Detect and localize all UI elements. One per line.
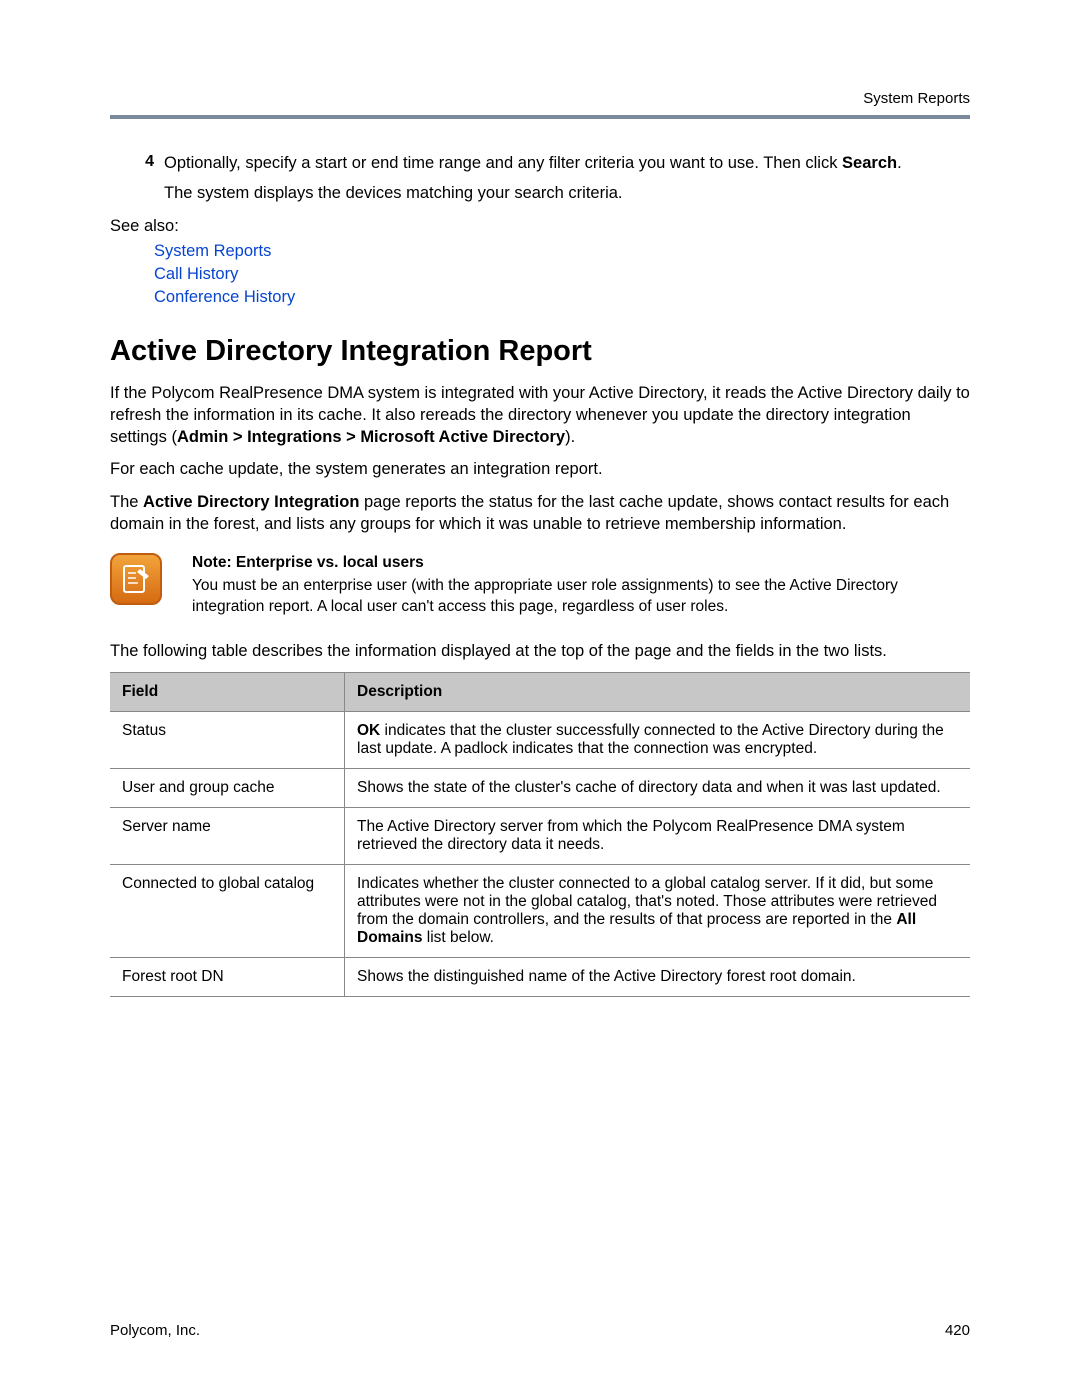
cell-rest: indicates that the cluster successfully …	[357, 722, 944, 757]
step-line-pre: Optionally, specify a start or end time …	[164, 154, 842, 172]
footer-left: Polycom, Inc.	[110, 1322, 200, 1339]
note-box: Note: Enterprise vs. local users You mus…	[110, 553, 970, 618]
cell-rest: Indicates whether the cluster connected …	[357, 875, 937, 928]
cell-desc: Shows the state of the cluster's cache o…	[345, 769, 971, 808]
cell-field: User and group cache	[110, 769, 345, 808]
note-icon	[110, 553, 162, 605]
table-row: Connected to global catalog Indicates wh…	[110, 865, 970, 958]
section-heading: Active Directory Integration Report	[110, 335, 970, 368]
cell-bold: OK	[357, 722, 380, 739]
cell-desc: Indicates whether the cluster connected …	[345, 865, 971, 958]
step-text: Optionally, specify a start or end time …	[164, 153, 970, 205]
see-also-links: System Reports Call History Conference H…	[110, 242, 970, 307]
link-system-reports[interactable]: System Reports	[154, 242, 970, 261]
step-number: 4	[126, 153, 164, 205]
page: System Reports 4 Optionally, specify a s…	[0, 0, 1080, 1397]
table-row: Status OK indicates that the cluster suc…	[110, 712, 970, 769]
cell-field: Status	[110, 712, 345, 769]
para1-bold: Admin > Integrations > Microsoft Active …	[177, 428, 565, 446]
para1-post: ).	[565, 428, 575, 446]
note-text: Note: Enterprise vs. local users You mus…	[192, 553, 970, 618]
cell-desc: The Active Directory server from which t…	[345, 808, 971, 865]
link-call-history[interactable]: Call History	[154, 265, 970, 284]
page-footer: Polycom, Inc. 420	[110, 1322, 970, 1339]
table-header-row: Field Description	[110, 673, 970, 712]
step-item: 4 Optionally, specify a start or end tim…	[110, 153, 970, 205]
para3-pre: The	[110, 493, 143, 511]
body-para-2: For each cache update, the system genera…	[110, 458, 970, 480]
cell-field: Server name	[110, 808, 345, 865]
fields-table: Field Description Status OK indicates th…	[110, 672, 970, 997]
th-description: Description	[345, 673, 971, 712]
cell-tail: list below.	[422, 929, 494, 946]
cell-desc: Shows the distinguished name of the Acti…	[345, 958, 971, 997]
cell-field: Connected to global catalog	[110, 865, 345, 958]
step-subtext: The system displays the devices matching…	[164, 183, 970, 205]
th-field: Field	[110, 673, 345, 712]
table-intro: The following table describes the inform…	[110, 640, 970, 662]
note-body: You must be an enterprise user (with the…	[192, 576, 970, 618]
link-conference-history[interactable]: Conference History	[154, 288, 970, 307]
table-row: Forest root DN Shows the distinguished n…	[110, 958, 970, 997]
cell-field: Forest root DN	[110, 958, 345, 997]
table-row: User and group cache Shows the state of …	[110, 769, 970, 808]
body-para-1: If the Polycom RealPresence DMA system i…	[110, 382, 970, 449]
cell-desc: OK indicates that the cluster successful…	[345, 712, 971, 769]
footer-page-number: 420	[945, 1322, 970, 1339]
header-divider	[110, 115, 970, 119]
step-line-post: .	[897, 154, 902, 172]
note-title: Note: Enterprise vs. local users	[192, 553, 970, 574]
table-row: Server name The Active Directory server …	[110, 808, 970, 865]
see-also-label: See also:	[110, 217, 970, 236]
para3-bold: Active Directory Integration	[143, 493, 359, 511]
step-line-bold: Search	[842, 154, 897, 172]
running-header: System Reports	[110, 90, 970, 107]
body-para-3: The Active Directory Integration page re…	[110, 491, 970, 536]
